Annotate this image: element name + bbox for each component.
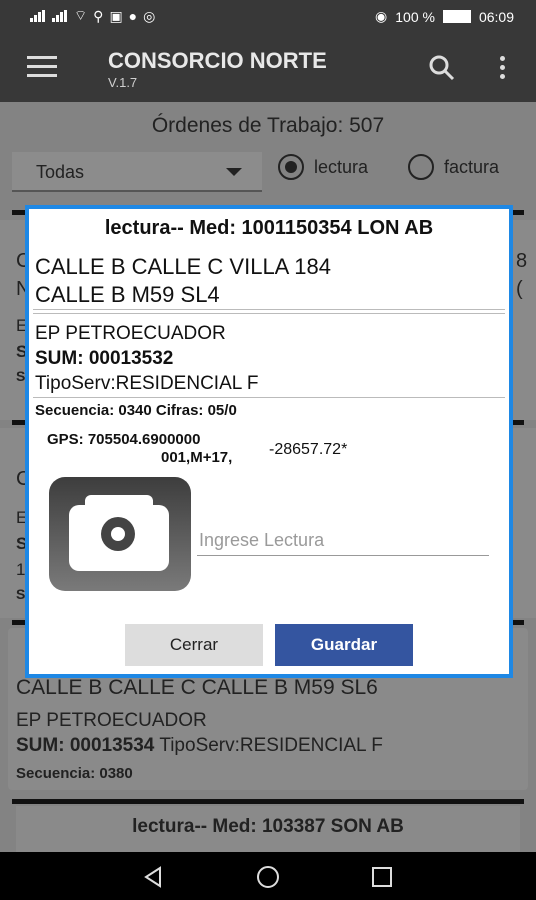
radio-factura[interactable]: factura [408, 154, 499, 180]
chat-icon: ● [128, 8, 138, 24]
sum-number: SUM: 00013532 [35, 348, 174, 369]
circle-icon: ◎ [143, 7, 156, 24]
card-address: CALLE B CALLE C CALLE B M59 SL6 [16, 676, 378, 699]
system-nav-bar [0, 852, 536, 900]
gps-line-1: GPS: 705504.6900000 [47, 431, 201, 448]
gps-value: -28657.72* [269, 441, 348, 458]
signal-icon [52, 10, 68, 22]
filter-dropdown-value: Todas [36, 162, 85, 182]
app-bar: CONSORCIO NORTE V.1.7 [0, 32, 536, 102]
status-bar: ⌔ ⚲ ▣ ● ◎ ◉ 100 % 06:09 [0, 0, 536, 32]
status-icons-left: ⌔ ⚲ ▣ ● ◎ [30, 7, 155, 25]
app-version: V.1.7 [108, 75, 138, 90]
wifi-icon: ⌔ [74, 7, 88, 23]
camera-button[interactable] [49, 477, 191, 591]
camera-lens-icon [101, 517, 135, 551]
battery-percent: 100 % [395, 8, 435, 25]
status-icons-right: ◉ 100 % 06:09 [375, 8, 514, 25]
address-line-2: CALLE B M59 SL4 [35, 282, 220, 307]
battery-icon [442, 10, 471, 23]
guardar-button[interactable]: Guardar [275, 624, 413, 666]
radio-factura-label: factura [444, 156, 500, 177]
overflow-menu-icon[interactable] [500, 56, 506, 83]
recents-icon[interactable] [370, 865, 394, 889]
filter-dropdown[interactable]: Todas [12, 152, 262, 192]
dropdown-arrow-icon [226, 168, 242, 176]
image-icon: ▣ [109, 7, 123, 24]
search-icon[interactable] [428, 54, 456, 87]
order-card[interactable]: lectura-- Med: 103387 SON AB [16, 806, 520, 852]
back-icon[interactable] [142, 865, 166, 889]
radio-selected-icon [278, 154, 304, 180]
card-sum: SUM: 00013534 [16, 735, 155, 756]
eye-icon: ◉ [375, 8, 388, 24]
hamburger-menu-icon[interactable] [27, 56, 57, 78]
card-sum-row: SUM: 00013534 TipoServ:RESIDENCIAL F [16, 735, 383, 757]
card-secuencia: Secuencia: 0380 [16, 765, 133, 782]
radio-unselected-icon [408, 154, 434, 180]
app-title: CONSORCIO NORTE [108, 48, 327, 73]
card-fragment: ( [516, 278, 523, 300]
divider [33, 309, 505, 310]
card-header: lectura-- Med: 103387 SON AB [132, 816, 404, 837]
reading-input[interactable] [197, 527, 489, 556]
card-fragment: S [16, 586, 26, 602]
clock: 06:09 [478, 8, 514, 25]
dialog-header: lectura-- Med: 1001150354 LON AB [104, 217, 434, 239]
address-line-1: CALLE B CALLE C VILLA 184 [35, 254, 331, 279]
cerrar-button[interactable]: Cerrar [125, 624, 263, 666]
card-tiposerv: TipoServ:RESIDENCIAL F [159, 735, 383, 756]
card-fragment: S [16, 368, 26, 384]
divider [33, 313, 505, 314]
dialog-account-info: EP PETROECUADOR SUM: 00013532 TipoServ:R… [35, 321, 258, 396]
gps-line-2: 001,M+17, [161, 449, 233, 466]
dialog-address: CALLE B CALLE C VILLA 184 CALLE B M59 SL… [35, 253, 331, 309]
reading-dialog: lectura-- Med: 1001150354 LON AB CALLE B… [25, 205, 513, 678]
company-name: EP PETROECUADOR [35, 323, 226, 344]
signal-icon [30, 10, 46, 22]
usb-icon: ⚲ [93, 7, 104, 24]
card-fragment: 8 [516, 250, 528, 272]
gps-coordinates: GPS: 705504.6900000 001,M+17, [47, 431, 232, 467]
secuencia-cifras: Secuencia: 0340 Cifras: 05/0 [35, 402, 237, 419]
card-divider [12, 799, 524, 804]
radio-lectura-label: lectura [314, 156, 369, 177]
card-company: EP PETROECUADOR [16, 710, 207, 731]
home-icon[interactable] [256, 865, 280, 889]
divider [33, 397, 505, 398]
tiposerv: TipoServ:RESIDENCIAL F [35, 373, 259, 394]
orders-count-title: Órdenes de Trabajo: 507 [151, 114, 385, 137]
radio-lectura[interactable]: lectura [278, 154, 368, 180]
